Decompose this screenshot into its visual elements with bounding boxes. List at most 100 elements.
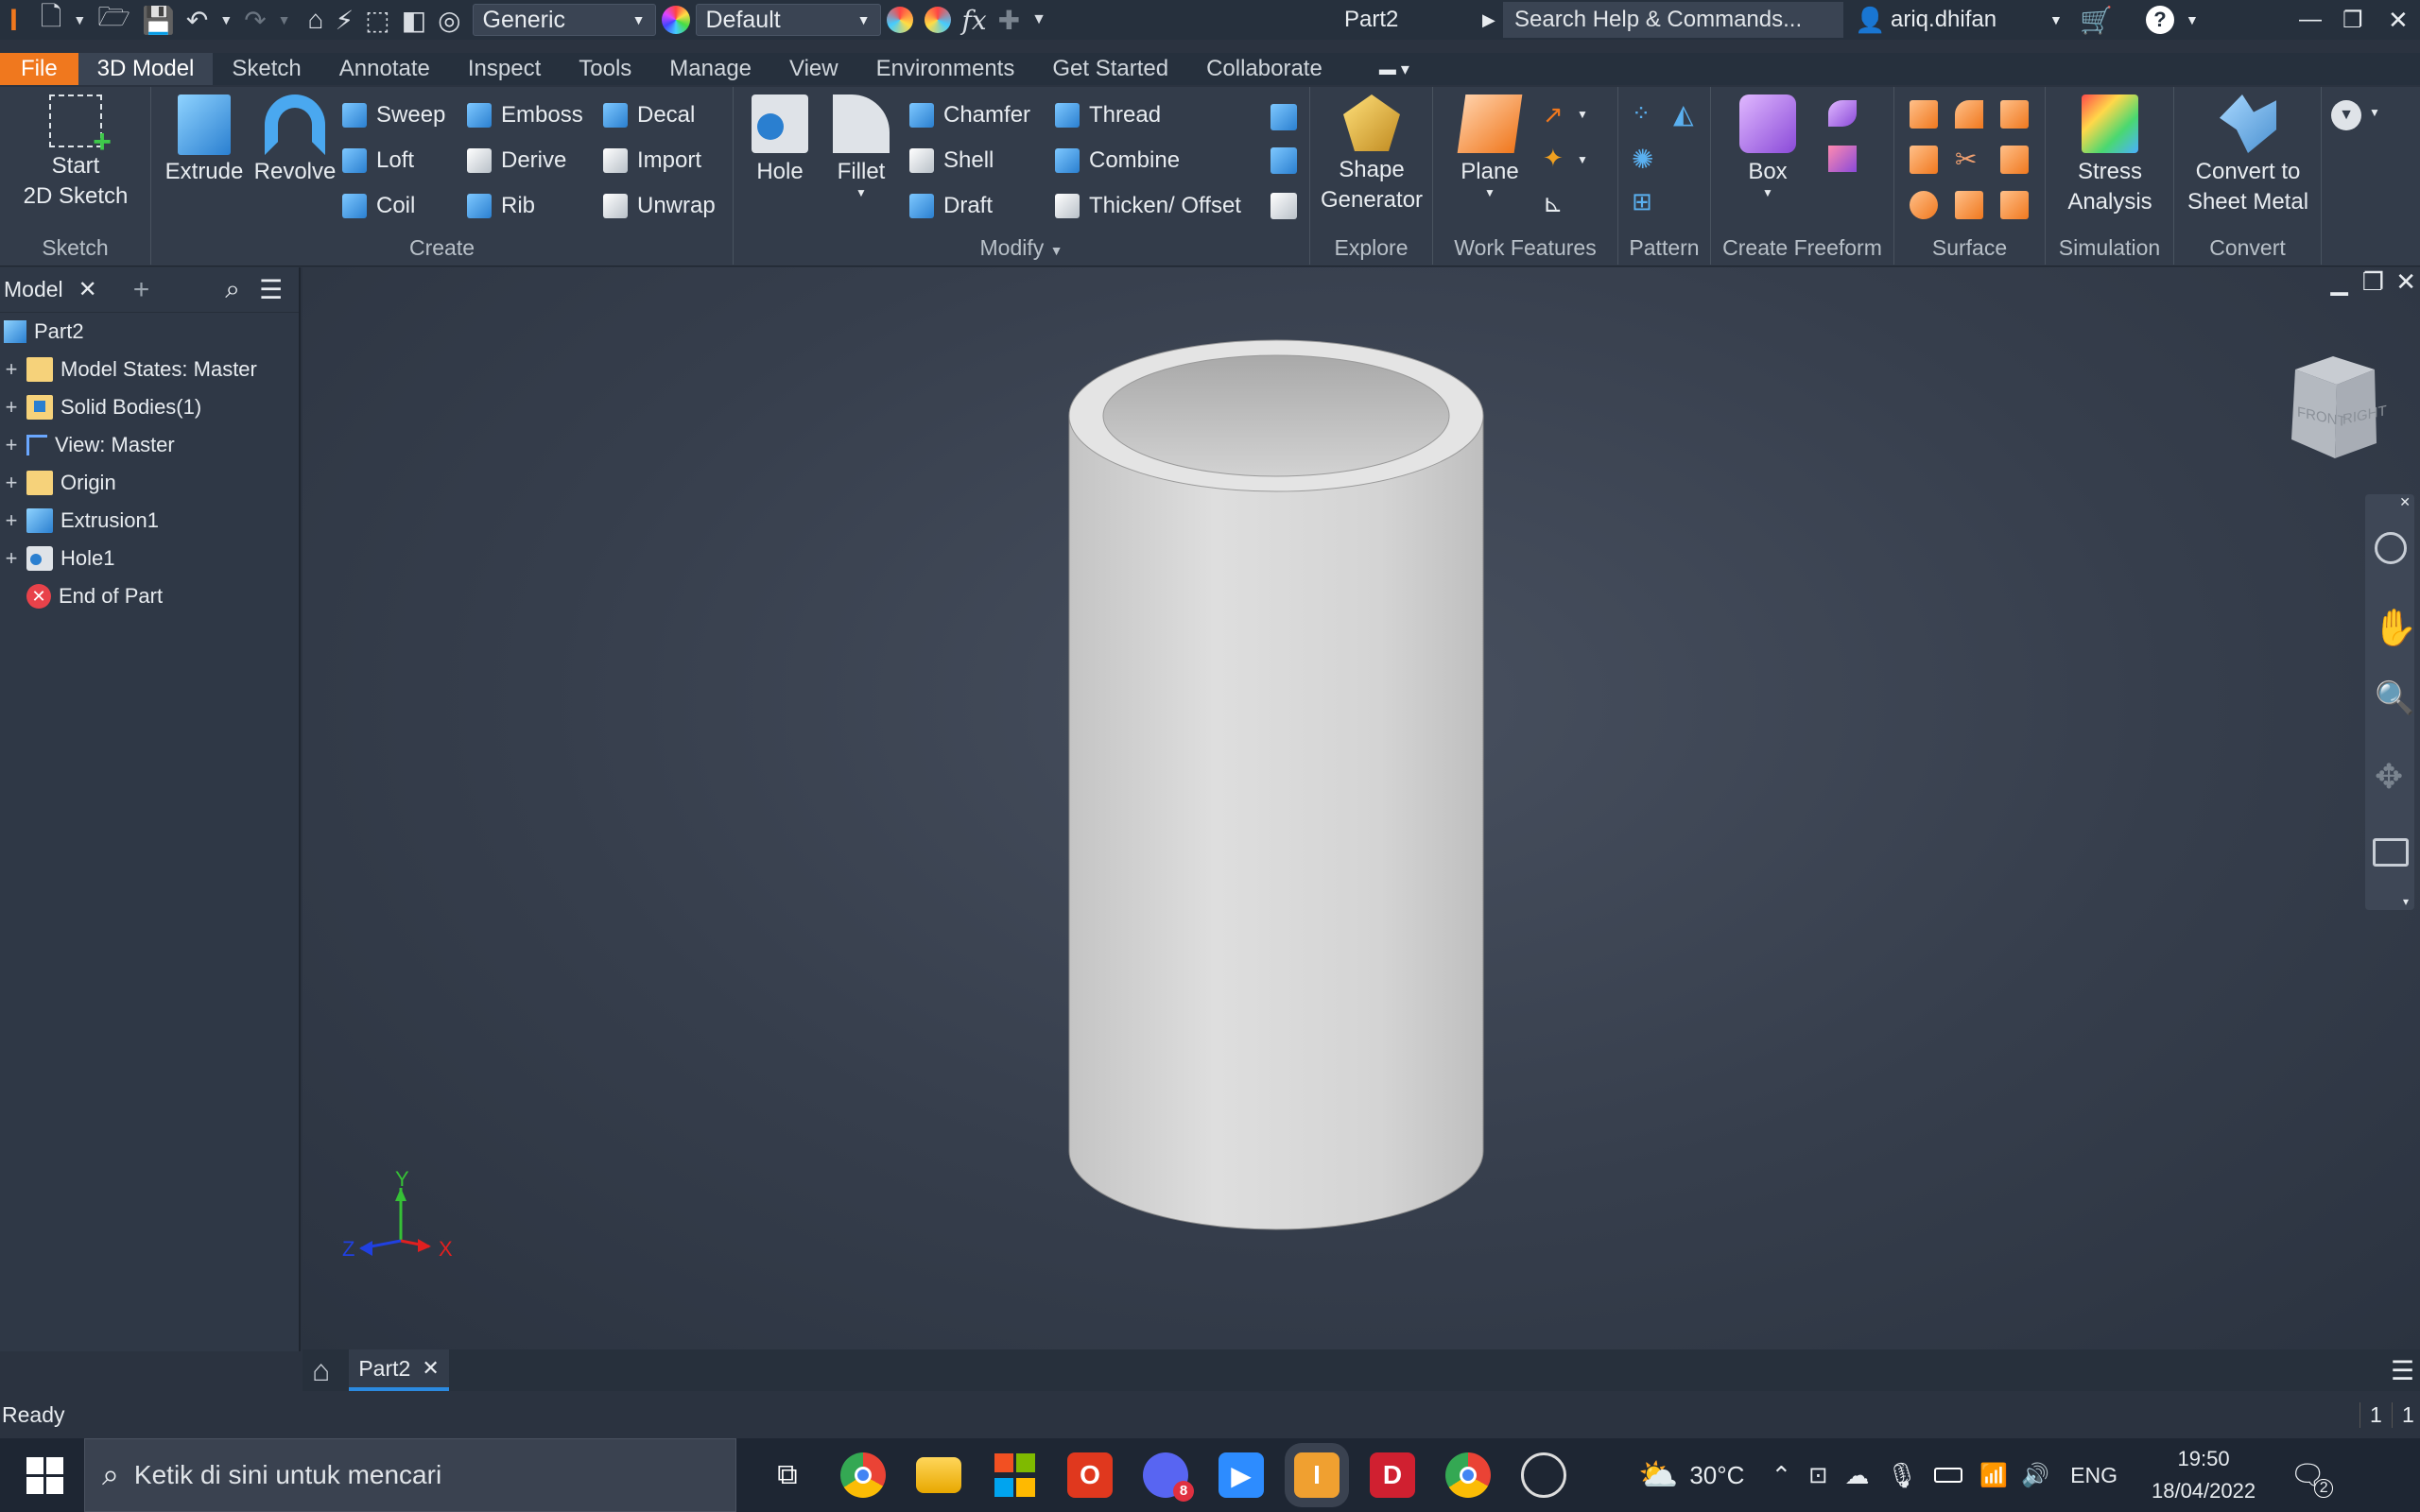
fillet-button[interactable]: Fillet ▼ <box>821 94 902 198</box>
cart-icon[interactable]: 🛒 <box>2080 5 2113 36</box>
rectangular-pattern-icon[interactable]: ⁘ <box>1632 100 1651 128</box>
user-name[interactable]: ariq.dhifan <box>1891 7 1996 33</box>
expand-icon[interactable]: + <box>2 357 21 382</box>
sketch-driven-pattern-icon[interactable]: ⊞ <box>1632 187 1652 216</box>
unwrap-button[interactable]: Unwrap <box>603 187 716 225</box>
ribbon-display-toggle-icon[interactable]: ▬ ▾ <box>1379 60 1409 79</box>
undo-icon[interactable]: ↶ <box>186 5 208 36</box>
freeform-box-button[interactable]: Box ▼ <box>1719 94 1817 198</box>
expand-icon[interactable]: + <box>2 395 21 420</box>
weather-icon[interactable]: ⛅ <box>1638 1456 1678 1494</box>
thicken-surface-icon[interactable] <box>1910 100 1938 129</box>
zoom-app-icon[interactable]: ▶ <box>1219 1452 1264 1498</box>
point-icon[interactable]: ✦ <box>1543 144 1564 173</box>
volume-icon[interactable]: 🔊 <box>2021 1462 2049 1489</box>
document-tab-part2[interactable]: Part2 ✕ <box>349 1349 449 1391</box>
repair-bodies-icon[interactable] <box>2000 191 2029 219</box>
shape-generator-button[interactable]: Shape Generator <box>1318 94 1426 215</box>
tab-sketch[interactable]: Sketch <box>213 53 320 85</box>
tab-file[interactable]: File <box>0 53 78 85</box>
tree-item-solid-bodies[interactable]: + Solid Bodies(1) <box>0 388 201 426</box>
look-at-icon[interactable] <box>2373 838 2409 867</box>
rib-button[interactable]: Rib <box>467 187 535 225</box>
import-button[interactable]: Import <box>603 142 701 180</box>
tree-item-end-of-part[interactable]: ✕ End of Part <box>0 577 163 615</box>
viewport-close-icon[interactable]: ✕ <box>2395 267 2416 297</box>
clock[interactable]: 19:50 18/04/2022 <box>2152 1443 2256 1507</box>
clear-appearance-icon[interactable] <box>924 7 951 33</box>
home-icon[interactable]: ⌂ <box>308 5 324 35</box>
notification-center-icon[interactable]: 🗨 2 <box>2290 1459 2334 1498</box>
office-icon[interactable]: O <box>1067 1452 1113 1498</box>
stitch-icon[interactable] <box>1910 146 1938 174</box>
replace-face-icon[interactable] <box>1955 191 1983 219</box>
home-icon[interactable]: ⌂ <box>312 1353 330 1388</box>
show-hidden-icons-icon[interactable]: ⌃ <box>1771 1461 1791 1490</box>
tree-root[interactable]: Part2 <box>0 313 84 351</box>
minimize-window-icon[interactable]: — <box>2299 7 2322 33</box>
move-face-icon[interactable] <box>1270 147 1297 174</box>
adjust-appearance-icon[interactable] <box>886 7 913 33</box>
tab-view[interactable]: View <box>770 53 857 85</box>
circular-pattern-icon[interactable]: ✺ <box>1632 144 1653 175</box>
close-icon[interactable]: ✕ <box>422 1356 439 1381</box>
expand-icon[interactable]: + <box>2 471 21 495</box>
tab-manage[interactable]: Manage <box>650 53 770 85</box>
open-folder-icon[interactable]: 🗁 <box>97 0 130 43</box>
plane-button[interactable]: Plane ▼ <box>1441 94 1539 198</box>
ribbon-options-dropdown-icon[interactable]: ▼ <box>2369 106 2380 119</box>
orbit-icon[interactable]: ✥ <box>2375 757 2403 797</box>
autodesk-d-icon[interactable]: D <box>1370 1452 1415 1498</box>
draft-button[interactable]: Draft <box>909 187 993 225</box>
sculpt-icon[interactable] <box>2000 146 2029 174</box>
obs-icon[interactable] <box>1521 1452 1566 1498</box>
plus-icon[interactable]: ✚ <box>998 5 1020 36</box>
save-icon[interactable]: 💾 <box>142 5 175 36</box>
tab-get-started[interactable]: Get Started <box>1033 53 1187 85</box>
task-view-icon[interactable]: ⧉ <box>765 1452 810 1498</box>
trim-icon[interactable]: ✂ <box>1955 144 1977 175</box>
expand-icon[interactable]: + <box>2 508 21 533</box>
user-dropdown-icon[interactable]: ▼ <box>2049 12 2063 27</box>
derive-button[interactable]: Derive <box>467 142 566 180</box>
fillet-dropdown-icon[interactable]: ▼ <box>821 187 902 198</box>
appearance-icon[interactable]: ◧ <box>402 5 426 36</box>
windows-start-icon[interactable] <box>26 1456 63 1494</box>
tree-item-view[interactable]: + View: Master <box>0 426 175 464</box>
tab-collaborate[interactable]: Collaborate <box>1187 53 1341 85</box>
file-explorer-icon[interactable] <box>916 1457 961 1493</box>
battery-icon[interactable] <box>1934 1468 1963 1483</box>
update-icon[interactable]: ⚡ <box>335 5 354 36</box>
convert-to-freeform-icon[interactable] <box>1828 146 1857 172</box>
browser-menu-icon[interactable]: ☰ <box>259 274 283 305</box>
temperature[interactable]: 30°C <box>1689 1461 1744 1490</box>
tab-annotate[interactable]: Annotate <box>320 53 449 85</box>
viewcube[interactable]: FRONT RIGHT <box>2276 352 2390 466</box>
steering-wheel-icon[interactable] <box>2375 532 2407 564</box>
viewport-minimize-icon[interactable]: ▁ <box>2331 269 2348 297</box>
viewport-restore-icon[interactable]: ❐ <box>2362 267 2384 297</box>
plane-dropdown-icon[interactable]: ▼ <box>1441 187 1539 198</box>
tree-item-extrusion[interactable]: + Extrusion1 <box>0 502 159 540</box>
parameters-fx-icon[interactable]: fx <box>962 5 987 36</box>
stress-analysis-button[interactable]: Stress Analysis <box>2053 94 2167 217</box>
chamfer-button[interactable]: Chamfer <box>909 96 1030 134</box>
add-browser-tab-icon[interactable]: + <box>133 274 150 306</box>
chrome-profile-icon[interactable] <box>1445 1452 1491 1498</box>
zoom-icon[interactable]: 🔍 <box>2375 679 2414 717</box>
pan-hand-icon[interactable]: ✋ <box>2373 608 2417 649</box>
discord-icon[interactable]: 8 <box>1143 1452 1194 1502</box>
thread-button[interactable]: Thread <box>1055 96 1161 134</box>
customize-dropdown-icon[interactable]: ▼ <box>1031 11 1046 28</box>
patch-icon[interactable] <box>1955 100 1983 129</box>
onedrive-icon[interactable]: ☁ <box>1844 1461 1869 1490</box>
help-dropdown-icon[interactable]: ▼ <box>2186 12 2199 27</box>
material-combo[interactable]: Default ▼ <box>695 4 881 36</box>
extend-icon[interactable] <box>1910 191 1938 219</box>
tab-3d-model[interactable]: 3D Model <box>78 53 214 85</box>
decal-button[interactable]: Decal <box>603 96 695 134</box>
convert-to-sheet-metal-button[interactable]: Convert to Sheet Metal <box>2180 94 2316 217</box>
revolve-button[interactable]: Revolve <box>250 94 340 187</box>
loft-button[interactable]: Loft <box>342 142 414 180</box>
inventor-logo-icon[interactable]: I <box>9 3 18 38</box>
